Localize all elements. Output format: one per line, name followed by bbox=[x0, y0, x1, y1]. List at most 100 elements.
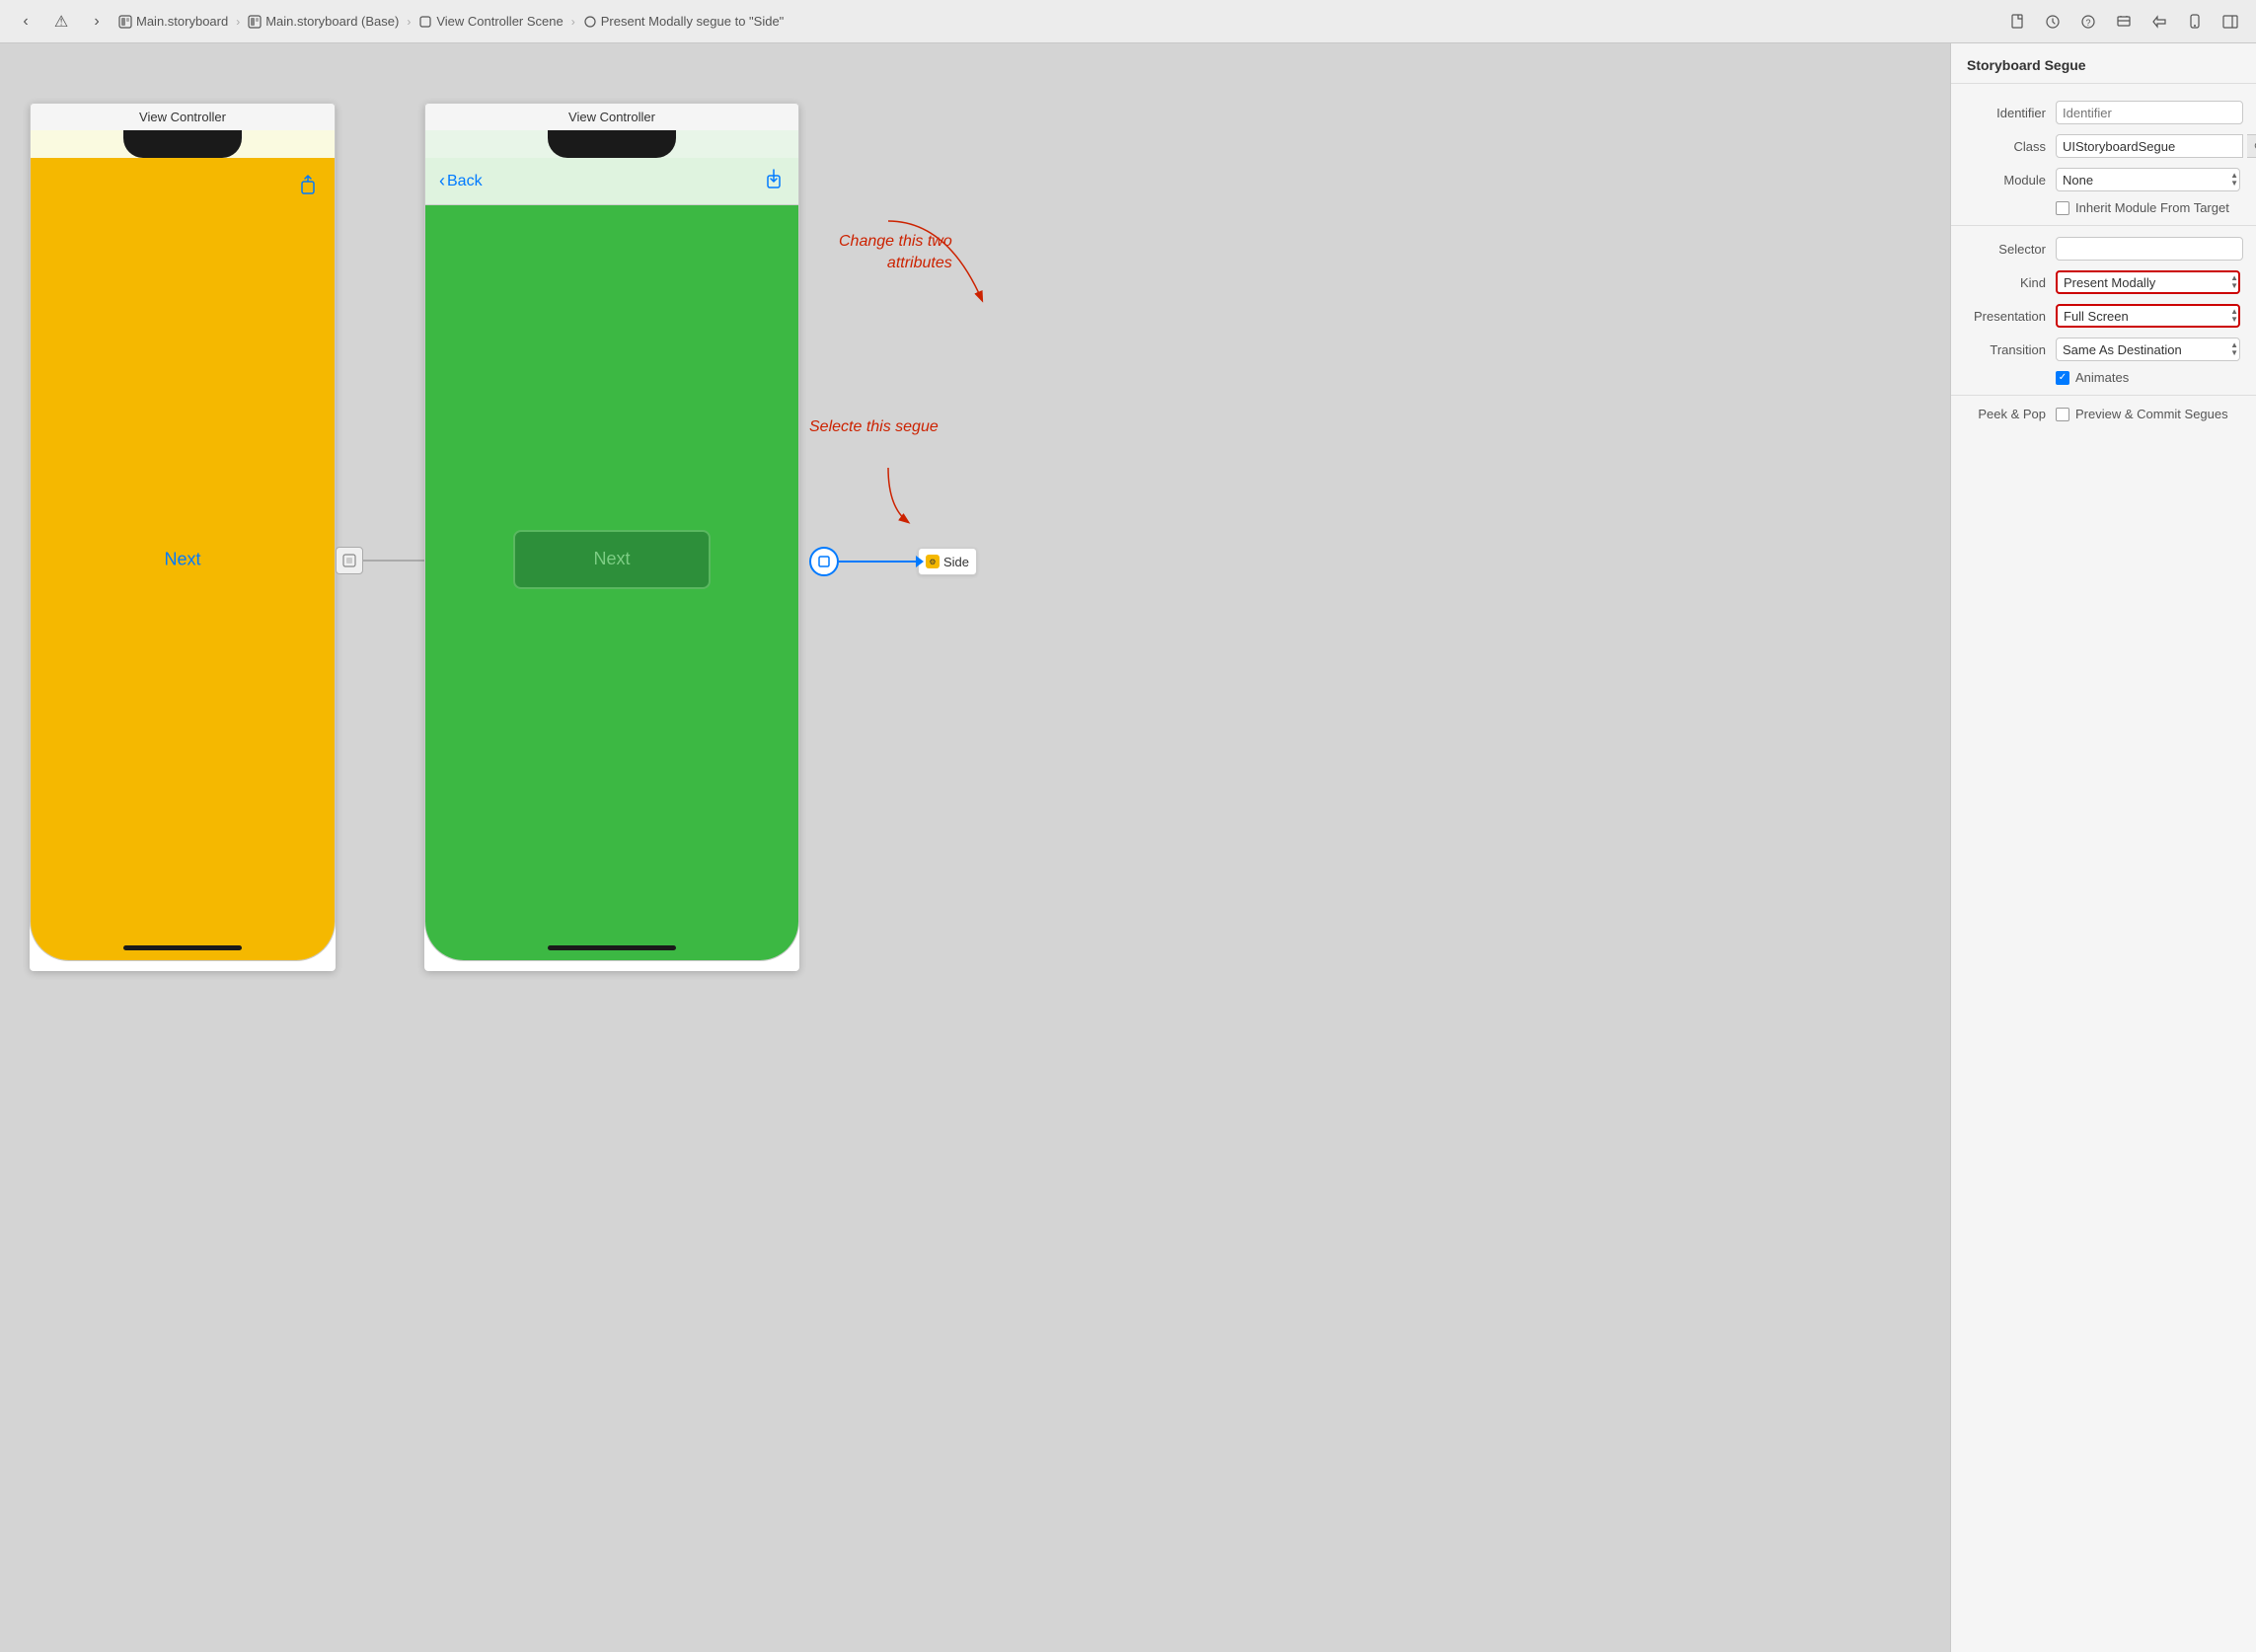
breadcrumb-sep2: › bbox=[407, 15, 411, 29]
inherit-row: Inherit Module From Target bbox=[1951, 196, 2256, 219]
identifier-label: Identifier bbox=[1967, 106, 2056, 120]
device-icon bbox=[2187, 14, 2203, 30]
forward-nav-button[interactable]: › bbox=[83, 8, 111, 36]
library-button[interactable] bbox=[2110, 8, 2138, 36]
selector-input[interactable] bbox=[2056, 237, 2243, 261]
left-view-controller-panel: View Controller Next bbox=[30, 103, 336, 971]
device-button[interactable] bbox=[2181, 8, 2209, 36]
module-select-wrapper: None ▲ ▼ bbox=[2056, 168, 2240, 191]
identifier-input[interactable] bbox=[2056, 101, 2243, 124]
download-icon-svg bbox=[763, 168, 785, 189]
annotation-select-arrow bbox=[859, 458, 957, 537]
help-icon: ? bbox=[2080, 14, 2096, 30]
segue-connector-line bbox=[839, 561, 918, 563]
breadcrumb-sep3: › bbox=[571, 15, 575, 29]
side-badge-icon: ⚙ bbox=[926, 555, 940, 568]
segue-arrow-head bbox=[916, 556, 924, 567]
share-icon-left bbox=[297, 174, 319, 201]
left-next-label: Next bbox=[164, 549, 200, 569]
top-bar: ‹ ⚠ › Main.storyboard › Main.storyboard … bbox=[0, 0, 2256, 43]
segue-box-svg bbox=[341, 553, 357, 568]
kind-label: Kind bbox=[1967, 275, 2056, 290]
transition-select-wrapper: Same As Destination Cover Vertical Flip … bbox=[2056, 338, 2240, 361]
kind-select[interactable]: Present Modally Show Show Detail Present… bbox=[2056, 270, 2240, 294]
inspector-toggle-button[interactable] bbox=[2217, 8, 2244, 36]
xcode-icon bbox=[2151, 14, 2167, 30]
class-row: Class ↺ › bbox=[1951, 129, 2256, 163]
middle-next-button[interactable]: Next bbox=[513, 530, 711, 589]
module-label: Module bbox=[1967, 173, 2056, 188]
middle-home-indicator bbox=[548, 945, 676, 950]
annotation-change-text: Change this two attributes bbox=[839, 231, 952, 275]
divider-2 bbox=[1951, 395, 2256, 396]
peek-checkbox[interactable] bbox=[2056, 408, 2069, 421]
segue-line-container[interactable]: ⚙ Side bbox=[809, 547, 977, 576]
segue-circle-icon[interactable] bbox=[809, 547, 839, 576]
class-field-group: ↺ › bbox=[2056, 134, 2256, 158]
breadcrumb-vc-scene[interactable]: View Controller Scene bbox=[418, 14, 563, 29]
breadcrumb-storyboard[interactable]: Main.storyboard bbox=[118, 14, 228, 29]
segue-box-icon bbox=[336, 547, 363, 574]
segue-square-icon bbox=[816, 554, 832, 569]
inherit-checkbox-label[interactable]: Inherit Module From Target bbox=[2056, 200, 2240, 215]
presentation-row: Presentation Full Screen Page Sheet Form… bbox=[1951, 299, 2256, 333]
presentation-select[interactable]: Full Screen Page Sheet Form Sheet Curren… bbox=[2056, 304, 2240, 328]
scene-icon bbox=[418, 15, 432, 29]
inspector-body: Identifier Class ↺ › Module None bbox=[1951, 84, 2256, 1652]
transition-row: Transition Same As Destination Cover Ver… bbox=[1951, 333, 2256, 366]
main-area: View Controller Next bbox=[0, 43, 2256, 1652]
selector-label: Selector bbox=[1967, 242, 2056, 257]
back-nav-button[interactable]: ‹ bbox=[12, 8, 39, 36]
class-label: Class bbox=[1967, 139, 2056, 154]
animates-checkbox-label[interactable]: ✓ Animates bbox=[2056, 370, 2240, 385]
transition-select[interactable]: Same As Destination Cover Vertical Flip … bbox=[2056, 338, 2240, 361]
class-input[interactable] bbox=[2056, 134, 2243, 158]
clock-button[interactable] bbox=[2039, 8, 2067, 36]
transition-label: Transition bbox=[1967, 342, 2056, 357]
identifier-row: Identifier bbox=[1951, 96, 2256, 129]
left-home-indicator bbox=[123, 945, 242, 950]
breadcrumb-segue[interactable]: Present Modally segue to "Side" bbox=[583, 14, 785, 29]
clock-icon bbox=[2045, 14, 2061, 30]
inherit-checkbox-input[interactable] bbox=[2056, 201, 2069, 215]
presentation-select-wrapper: Full Screen Page Sheet Form Sheet Curren… bbox=[2056, 304, 2240, 328]
inspector-title: Storyboard Segue bbox=[1951, 43, 2256, 84]
warning-button[interactable]: ⚠ bbox=[47, 8, 75, 36]
xcode-button[interactable] bbox=[2145, 8, 2173, 36]
storyboard-icon1 bbox=[118, 15, 132, 29]
middle-phone-notch bbox=[548, 130, 676, 158]
middle-vc-content: ‹ Back Next bbox=[425, 158, 798, 960]
share-icon-svg bbox=[297, 174, 319, 195]
peek-label: Peek & Pop bbox=[1967, 407, 2056, 421]
canvas-area[interactable]: View Controller Next bbox=[0, 43, 1950, 1652]
middle-view-controller-panel: View Controller ‹ Back bbox=[424, 103, 799, 971]
inspector-toggle-icon bbox=[2222, 14, 2238, 30]
annotation-select-text: Selecte this segue bbox=[809, 418, 939, 436]
kind-select-wrapper: Present Modally Show Show Detail Present… bbox=[2056, 270, 2240, 294]
middle-vc-phone: ‹ Back Next bbox=[424, 130, 799, 961]
middle-nav-bar: ‹ Back bbox=[425, 158, 798, 205]
divider-1 bbox=[1951, 225, 2256, 226]
peek-row: Peek & Pop Preview & Commit Segues bbox=[1951, 402, 2256, 426]
module-select[interactable]: None bbox=[2056, 168, 2240, 191]
animates-checkbox-input[interactable]: ✓ bbox=[2056, 371, 2069, 385]
side-destination-badge: ⚙ Side bbox=[918, 548, 977, 575]
download-icon bbox=[763, 168, 785, 195]
breadcrumb-storyboard-base[interactable]: Main.storyboard (Base) bbox=[248, 14, 399, 29]
selector-row: Selector bbox=[1951, 232, 2256, 265]
left-vc-header: View Controller bbox=[30, 103, 336, 130]
help-button[interactable]: ? bbox=[2074, 8, 2102, 36]
library-icon bbox=[2116, 14, 2132, 30]
svg-text:?: ? bbox=[2085, 18, 2090, 28]
left-phone-notch bbox=[123, 130, 242, 158]
segue-arrow-left-middle bbox=[336, 547, 432, 574]
storyboard-icon2 bbox=[248, 15, 262, 29]
top-bar-right-buttons: ? bbox=[2003, 8, 2244, 36]
breadcrumb-sep1: › bbox=[236, 15, 240, 29]
new-file-button[interactable] bbox=[2003, 8, 2031, 36]
class-refresh-button[interactable]: ↺ bbox=[2247, 134, 2256, 158]
back-button-label: ‹ Back bbox=[439, 171, 483, 191]
left-vc-content: Next bbox=[31, 158, 335, 960]
back-chevron-icon: ‹ bbox=[439, 171, 445, 191]
left-vc-phone: Next bbox=[30, 130, 336, 961]
